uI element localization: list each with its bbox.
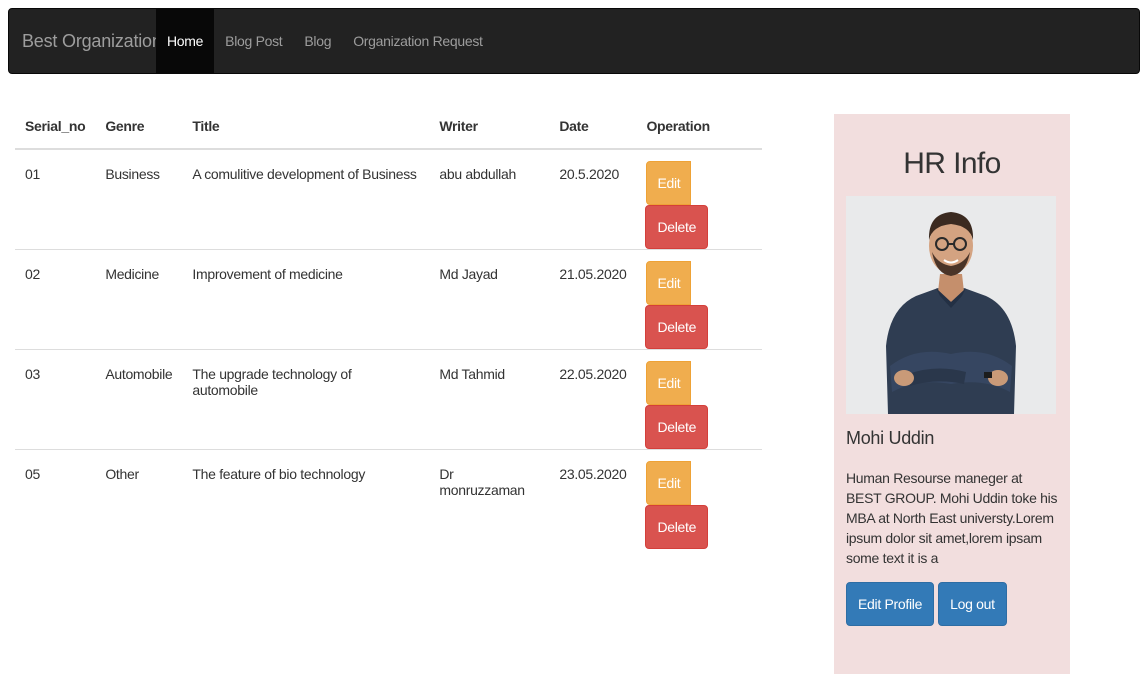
cell-genre: Other (95, 449, 183, 549)
nav-links: Home Blog Post Blog Organization Request (156, 9, 494, 73)
cell-title: Improvement of medicine (182, 249, 430, 350)
nav-link-blog[interactable]: Blog (293, 9, 342, 73)
log-out-button[interactable]: Log out (938, 582, 1007, 626)
edit-button[interactable]: Edit (646, 361, 692, 405)
hr-profile-photo (846, 196, 1056, 414)
hr-info-panel: HR Info Mohi Uddin Human Resourse manege… (834, 114, 1070, 674)
top-navbar: Best Organization Home Blog Post Blog Or… (8, 8, 1140, 74)
cell-serial: 03 (15, 349, 96, 450)
cell-date: 20.5.2020 (559, 166, 619, 182)
header-title: Title (182, 104, 430, 150)
edit-profile-button[interactable]: Edit Profile (846, 582, 935, 626)
table-row: 01 Business A comulitive development of … (15, 149, 762, 250)
blog-table-wrapper: Serial_no Genre Title Writer Date Operat… (15, 104, 762, 549)
cell-genre: Automobile (95, 349, 183, 450)
table-row: 05 Other The feature of bio technology D… (15, 449, 762, 549)
table-row: 03 Automobile The upgrade technology of … (15, 349, 762, 450)
hr-description: Human Resourse maneger at BEST GROUP. Mo… (846, 470, 1058, 566)
table-row: 02 Medicine Improvement of medicine Md J… (15, 249, 762, 350)
edit-button[interactable]: Edit (646, 461, 692, 505)
cell-title: A comulitive development of Business (192, 166, 417, 182)
header-writer: Writer (429, 104, 550, 150)
hr-actions: Edit Profile Log out (846, 582, 1007, 626)
cell-writer: Dr monruzzaman (429, 449, 550, 549)
header-date: Date (549, 104, 637, 150)
table-header-row: Serial_no Genre Title Writer Date Operat… (15, 104, 762, 150)
cell-title: The upgrade technology of automobile (182, 349, 430, 450)
nav-link-organization-request[interactable]: Organization Request (342, 9, 493, 73)
cell-operation: EditDelete (636, 149, 762, 250)
hr-name: Mohi Uddin (846, 428, 935, 448)
nav-link-home[interactable]: Home (156, 9, 215, 73)
cell-serial: 05 (15, 449, 96, 549)
cell-operation: EditDelete (636, 349, 762, 450)
cell-writer: abu abdullah (439, 166, 516, 182)
cell-date: 23.05.2020 (549, 449, 637, 549)
cell-genre: Medicine (95, 249, 183, 350)
cell-date: 21.05.2020 (549, 249, 637, 350)
blog-table: Serial_no Genre Title Writer Date Operat… (15, 104, 762, 549)
hr-info-title: HR Info (903, 147, 1001, 180)
edit-button[interactable]: Edit (646, 161, 692, 205)
nav-link-blog-post[interactable]: Blog Post (214, 9, 293, 73)
header-operation: Operation (636, 104, 762, 150)
cell-writer: Md Tahmid (429, 349, 550, 450)
navbar-brand[interactable]: Best Organization (22, 9, 162, 73)
delete-button[interactable]: Delete (645, 405, 709, 449)
delete-button[interactable]: Delete (645, 305, 709, 349)
header-genre: Genre (95, 104, 183, 150)
edit-button[interactable]: Edit (646, 261, 692, 305)
delete-button[interactable]: Delete (645, 505, 709, 549)
delete-button[interactable]: Delete (645, 205, 709, 249)
cell-serial: 02 (15, 249, 96, 350)
cell-date: 22.05.2020 (549, 349, 637, 450)
cell-operation: EditDelete (636, 249, 762, 350)
cell-genre: Business (105, 166, 160, 182)
header-serial: Serial_no (15, 104, 96, 150)
cell-writer: Md Jayad (429, 249, 550, 350)
cell-title: The feature of bio technology (182, 449, 430, 549)
cell-serial: 01 (25, 166, 40, 182)
cell-operation: EditDelete (636, 449, 762, 549)
